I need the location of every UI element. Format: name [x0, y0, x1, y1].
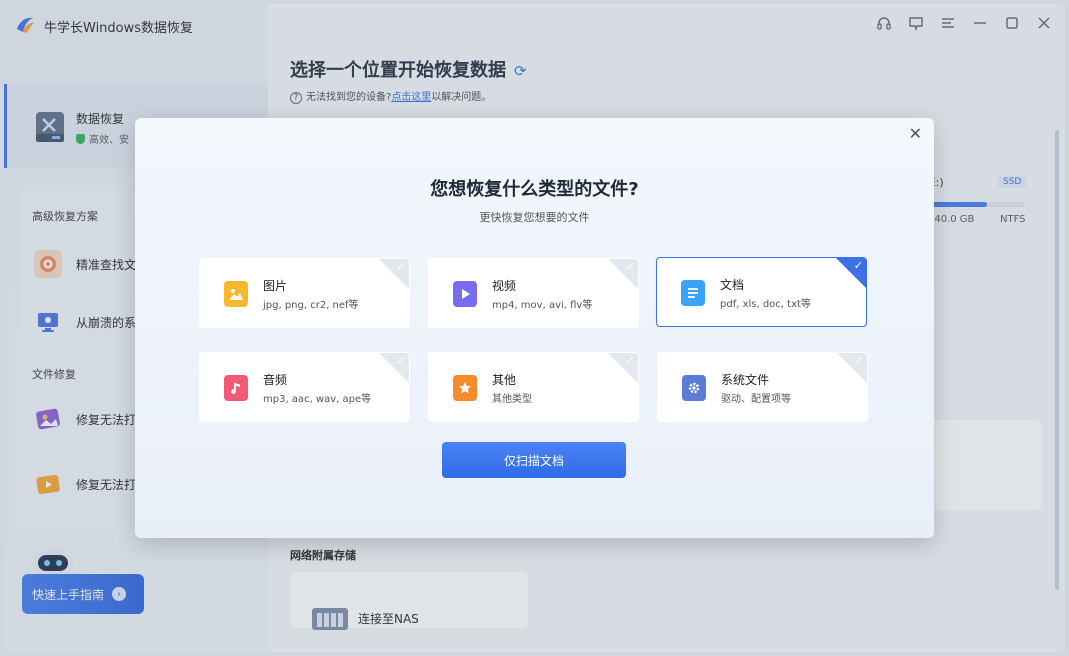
- star-icon: [453, 375, 477, 401]
- check-icon: ✓: [854, 354, 864, 367]
- file-type-card-document[interactable]: ✓ 文档 pdf, xls, doc, txt等: [656, 257, 867, 327]
- file-type-card-audio[interactable]: ✓ 音频 mp3, aac, wav, ape等: [199, 352, 410, 422]
- document-icon: [681, 280, 705, 306]
- file-type-dialog: ✕ 您想恢复什么类型的文件? 更快恢复您想要的文件 ✓ 图片 jpg, png,…: [135, 118, 934, 538]
- file-type-desc: mp3, aac, wav, ape等: [263, 394, 372, 405]
- file-type-name: 图片: [263, 279, 288, 293]
- file-type-name: 音频: [263, 373, 288, 387]
- check-icon: ✓: [396, 354, 406, 367]
- file-type-name: 视频: [492, 279, 517, 293]
- file-type-card-video[interactable]: ✓ 视频 mp4, mov, avi, flv等: [428, 258, 639, 328]
- video-icon: [453, 281, 477, 307]
- check-icon: ✓: [625, 354, 635, 367]
- image-icon: [224, 281, 248, 307]
- dialog-title: 您想恢复什么类型的文件?: [430, 179, 639, 200]
- file-type-name: 系统文件: [721, 373, 770, 387]
- file-type-name: 其他: [492, 373, 517, 387]
- file-type-desc: mp4, mov, avi, flv等: [492, 300, 593, 311]
- dialog-subtitle: 更快恢复您想要的文件: [479, 211, 590, 224]
- check-icon: ✓: [625, 260, 635, 273]
- audio-icon: [224, 375, 248, 401]
- gear-icon: [682, 375, 706, 401]
- scan-documents-button[interactable]: 仅扫描文档: [442, 442, 626, 478]
- check-icon: ✓: [853, 259, 863, 272]
- check-icon: ✓: [396, 260, 406, 273]
- file-type-desc: 其他类型: [492, 394, 532, 405]
- file-type-desc: 驱动、配置项等: [721, 394, 791, 405]
- close-icon[interactable]: ✕: [909, 124, 922, 143]
- file-type-card-system[interactable]: ✓ 系统文件 驱动、配置项等: [657, 352, 868, 422]
- file-type-desc: pdf, xls, doc, txt等: [720, 299, 811, 310]
- file-type-card-image[interactable]: ✓ 图片 jpg, png, cr2, nef等: [199, 258, 410, 328]
- file-type-name: 文档: [720, 278, 745, 292]
- file-type-card-other[interactable]: ✓ 其他 其他类型: [428, 352, 639, 422]
- file-type-desc: jpg, png, cr2, nef等: [263, 300, 359, 311]
